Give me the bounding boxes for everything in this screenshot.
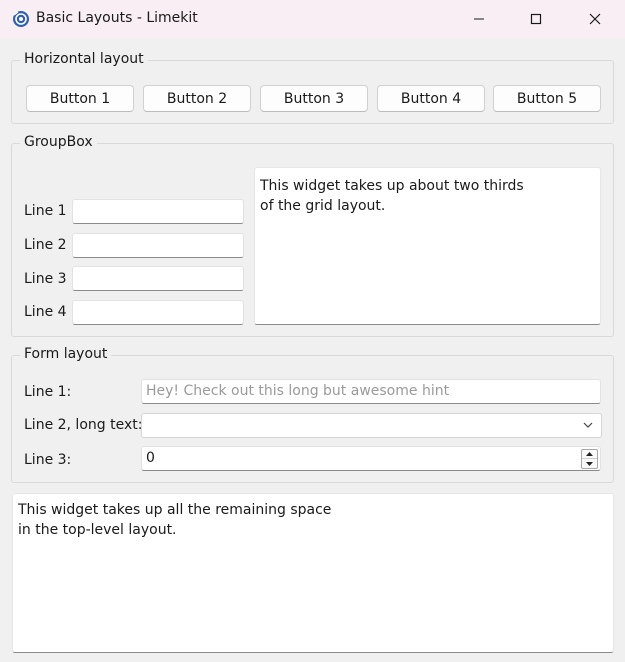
close-icon (589, 13, 601, 25)
line-4-input[interactable] (72, 300, 244, 325)
spin-up-button[interactable] (582, 450, 597, 459)
form-line-1-label: Line 1: (24, 384, 72, 400)
window-title: Basic Layouts - Limekit (36, 10, 198, 26)
line-1-label: Line 1 (24, 203, 67, 219)
line-4-label: Line 4 (24, 304, 67, 320)
bottom-text-edit[interactable]: This widget takes up all the remaining s… (12, 493, 614, 653)
line-2-label: Line 2 (24, 237, 67, 253)
button-3[interactable]: Button 3 (260, 85, 368, 112)
line-3-label: Line 3 (24, 271, 67, 287)
groupbox-text-edit[interactable]: This widget takes up about two thirds of… (254, 167, 601, 325)
spin-buttons (581, 449, 598, 469)
title-bar: Basic Layouts - Limekit (0, 0, 625, 38)
maximize-icon (530, 13, 542, 25)
form-line-3-value: 0 (146, 450, 155, 466)
button-2[interactable]: Button 2 (143, 85, 251, 112)
limekit-app-icon (12, 10, 30, 28)
group-title-groupbox: GroupBox (20, 134, 97, 150)
close-button[interactable] (572, 0, 618, 38)
maximize-button[interactable] (513, 0, 559, 38)
form-layout-group: Form layout Line 1: Hey! Check out this … (11, 346, 614, 483)
form-line-2-label: Line 2, long text: (24, 417, 143, 433)
triangle-up-icon (586, 452, 593, 456)
spin-down-button[interactable] (582, 459, 597, 468)
button-4[interactable]: Button 4 (377, 85, 485, 112)
horizontal-layout-group: Horizontal layout Button 1 Button 2 Butt… (11, 51, 614, 124)
group-title-form: Form layout (20, 346, 112, 362)
line-1-input[interactable] (72, 199, 244, 224)
minimize-button[interactable] (456, 0, 502, 38)
form-line-2-combobox[interactable] (141, 413, 602, 438)
button-5[interactable]: Button 5 (493, 85, 601, 112)
group-title-horizontal: Horizontal layout (20, 51, 148, 67)
triangle-down-icon (586, 461, 593, 466)
form-line-1-input[interactable]: Hey! Check out this long but awesome hin… (141, 379, 601, 404)
form-line-1-placeholder: Hey! Check out this long but awesome hin… (146, 383, 450, 399)
groupbox-group: GroupBox Line 1 Line 2 Line 3 Line 4 Thi… (11, 134, 614, 337)
form-line-3-spinbox[interactable]: 0 (141, 446, 601, 471)
chevron-down-icon (583, 422, 593, 428)
line-2-input[interactable] (72, 233, 244, 258)
form-line-3-label: Line 3: (24, 452, 72, 468)
line-3-input[interactable] (72, 266, 244, 291)
button-1[interactable]: Button 1 (26, 85, 134, 112)
minimize-icon (474, 18, 484, 20)
